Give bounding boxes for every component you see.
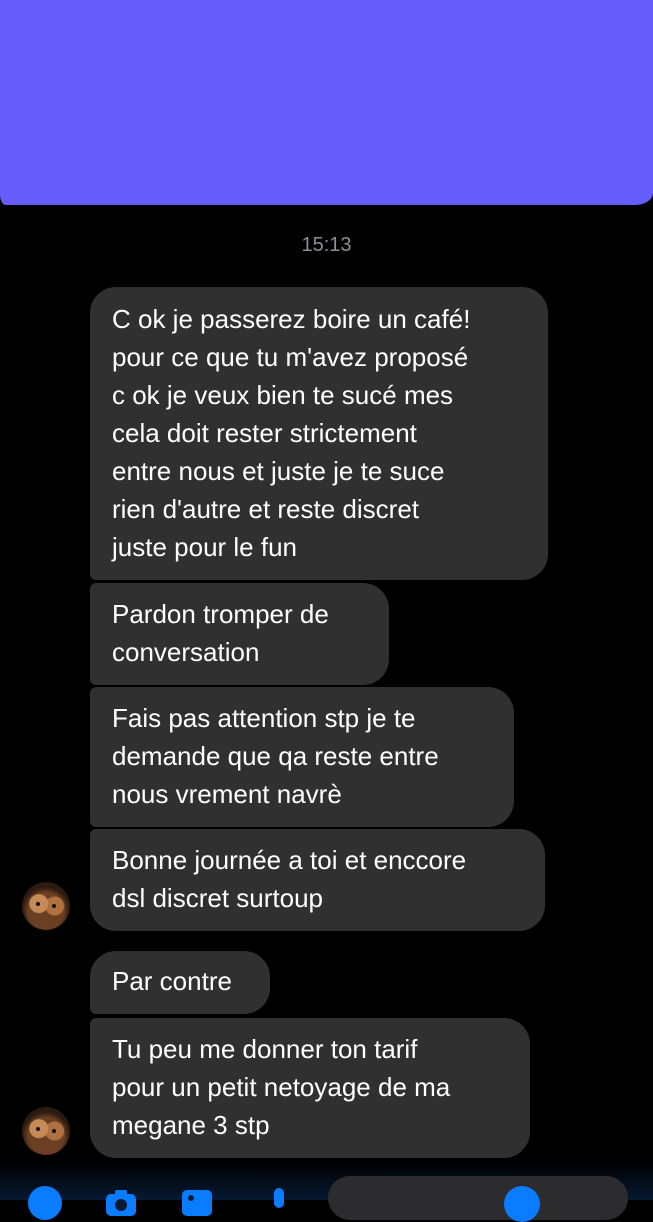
contact-avatar[interactable] xyxy=(22,1107,70,1155)
avatar-eye xyxy=(36,1127,40,1131)
message-bubble-1[interactable]: C ok je passerez boire un café! pour ce … xyxy=(90,287,548,580)
microphone-icon[interactable] xyxy=(262,1186,296,1220)
message-bubble-2[interactable]: Pardon tromper de conversation xyxy=(90,583,389,685)
emoji-icon[interactable] xyxy=(504,1186,540,1222)
avatar-eye xyxy=(36,902,40,906)
photo-icon[interactable] xyxy=(180,1186,214,1220)
message-bubble-5[interactable]: Par contre xyxy=(90,951,270,1014)
avatar-eye xyxy=(52,1129,56,1133)
message-bubble-6[interactable]: Tu peu me donner ton tarif pour un petit… xyxy=(90,1018,530,1158)
message-input[interactable] xyxy=(328,1176,628,1220)
avatar-eye xyxy=(52,904,56,908)
message-bubble-4[interactable]: Bonne journée a toi et enccore dsl discr… xyxy=(90,829,545,931)
plus-icon[interactable] xyxy=(28,1186,62,1220)
contact-avatar[interactable] xyxy=(22,882,70,930)
camera-icon[interactable] xyxy=(104,1186,138,1220)
message-timestamp: 15:13 xyxy=(301,234,352,256)
redacted-header xyxy=(0,0,653,205)
message-bubble-3[interactable]: Fais pas attention stp je te demande que… xyxy=(90,687,514,827)
